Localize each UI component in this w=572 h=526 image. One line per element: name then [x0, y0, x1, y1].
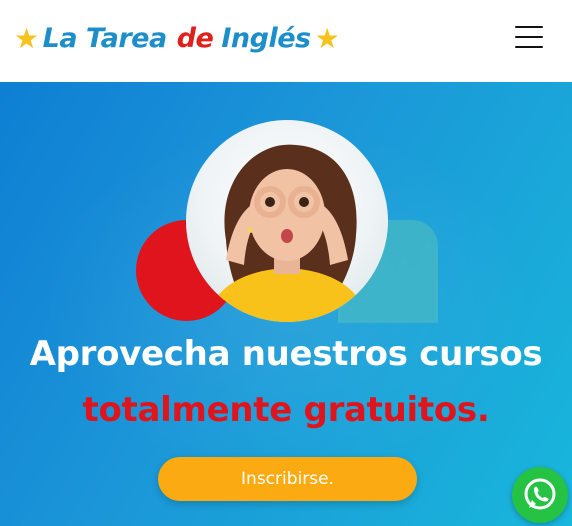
menu-line [515, 46, 543, 48]
menu-line [515, 26, 543, 28]
whatsapp-icon[interactable] [512, 467, 568, 523]
menu-line [515, 36, 543, 38]
site-logo[interactable]: ★ La Tarea de Inglés ★ [14, 18, 340, 58]
whatsapp-glyph [524, 478, 556, 510]
hamburger-menu-icon[interactable] [510, 22, 548, 52]
hero-headline: Aprovecha nuestros cursos [29, 334, 543, 374]
hero-banner: Aprovecha nuestros cursos totalmente gra… [0, 82, 572, 526]
logo-text-ingles: Inglés [221, 22, 311, 54]
logo-text-la-tarea: La Tarea [42, 22, 168, 54]
logo-text-de: de [176, 22, 214, 54]
hero-photo [186, 120, 388, 322]
star-icon: ★ [14, 21, 39, 55]
woman-with-hand-goggles-illustration [206, 144, 368, 322]
site-header: ★ La Tarea de Inglés ★ [0, 0, 572, 82]
star-icon: ★ [314, 21, 340, 55]
hero-headline-highlight: totalmente gratuitos. [82, 390, 490, 430]
signup-button[interactable]: Inscribirse. [158, 457, 417, 501]
